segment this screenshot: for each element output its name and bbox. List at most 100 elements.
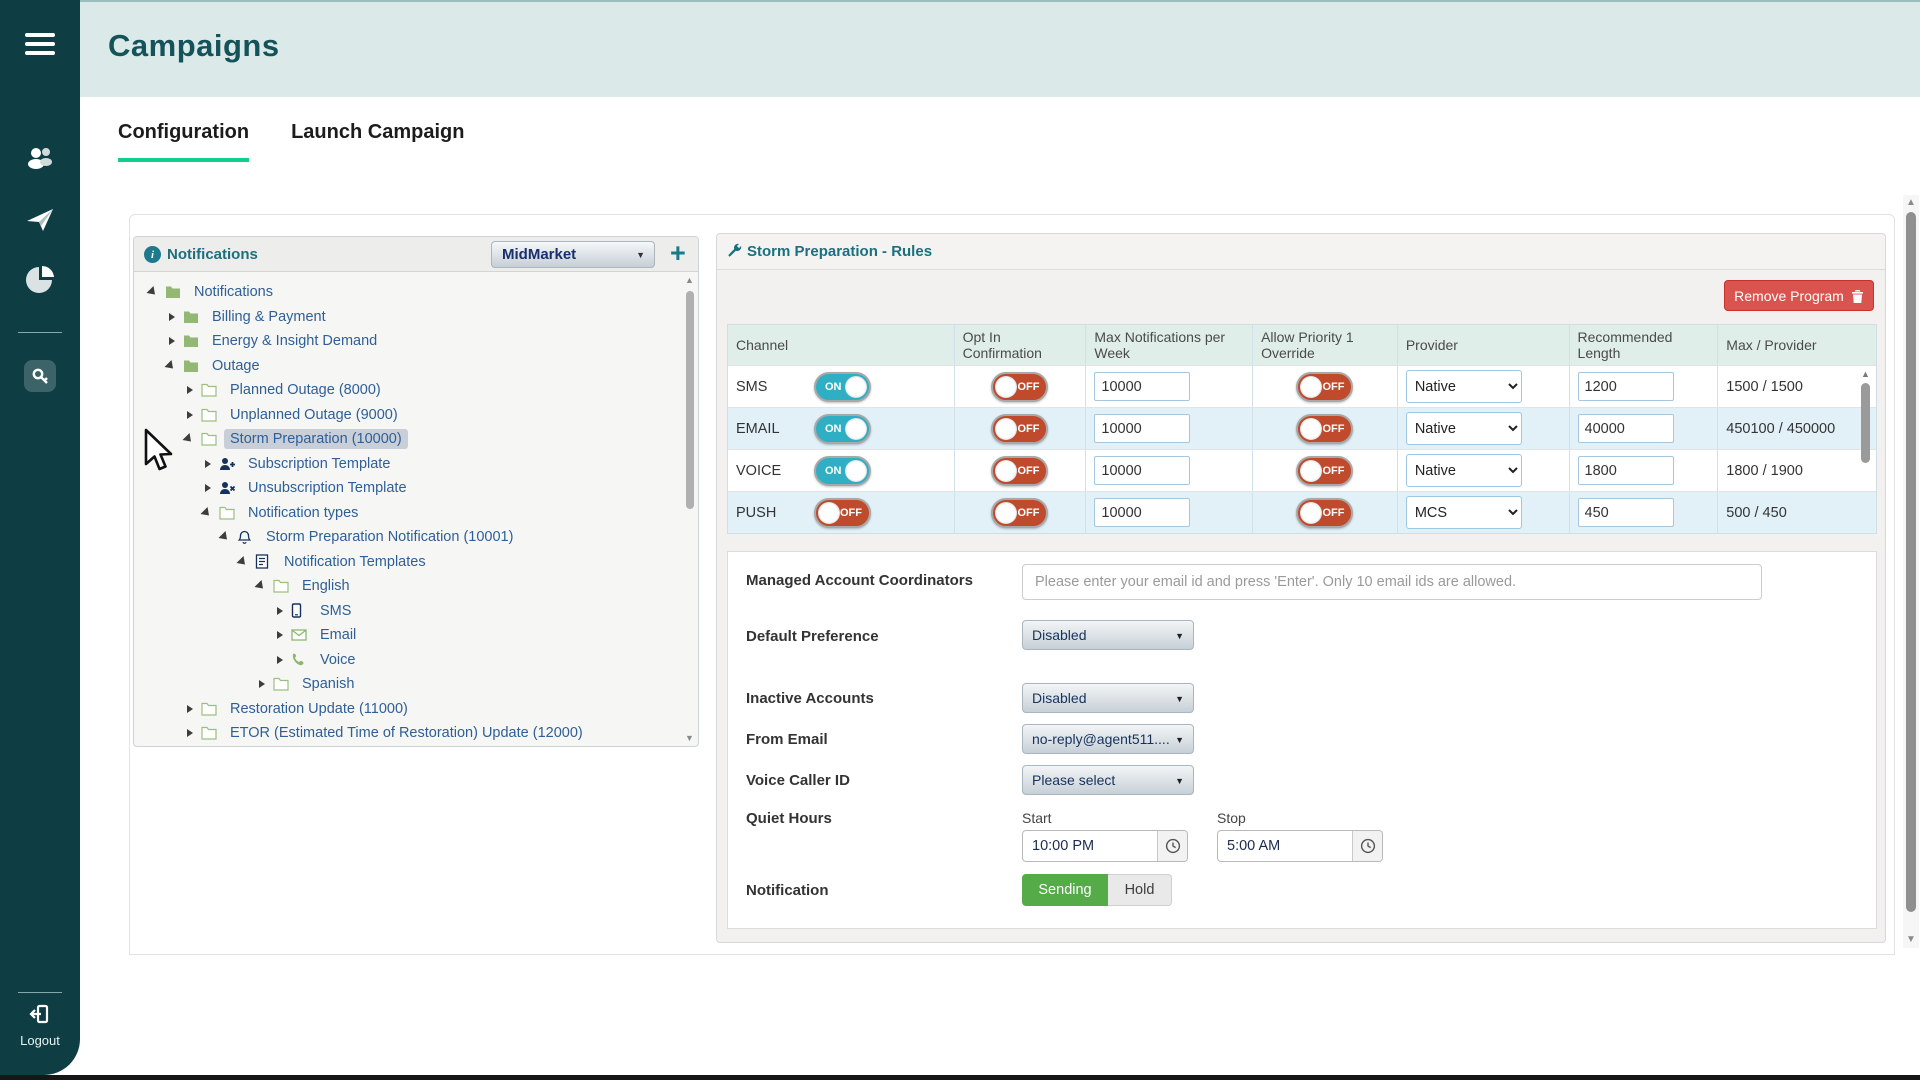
recommended-length-input[interactable] bbox=[1578, 372, 1674, 401]
tree-node-label[interactable]: Storm Preparation (10000) bbox=[224, 429, 408, 449]
expand-arrow-icon[interactable] bbox=[184, 409, 196, 421]
from-email-dropdown[interactable]: no-reply@agent511.... ▼ bbox=[1022, 724, 1194, 754]
allow-priority-override-toggle[interactable]: OFF bbox=[1296, 372, 1353, 402]
market-dropdown[interactable]: MidMarket ▼ bbox=[491, 241, 655, 268]
menu-icon[interactable] bbox=[0, 33, 80, 55]
collapse-arrow-icon[interactable] bbox=[148, 286, 160, 298]
allow-priority-override-toggle[interactable]: OFF bbox=[1296, 456, 1353, 486]
provider-select[interactable]: Native bbox=[1406, 454, 1522, 487]
provider-select[interactable]: Native bbox=[1406, 370, 1522, 403]
clock-icon[interactable] bbox=[1352, 831, 1382, 861]
scrollbar-thumb[interactable] bbox=[1906, 212, 1916, 912]
info-icon[interactable]: i bbox=[144, 246, 161, 263]
expand-arrow-icon[interactable] bbox=[274, 605, 286, 617]
tree-node-label[interactable]: Unplanned Outage (9000) bbox=[224, 405, 404, 425]
quiet-hours-start-input[interactable]: 10:00 PM bbox=[1022, 830, 1188, 862]
tree-node-label[interactable]: Notification Templates bbox=[278, 552, 432, 572]
tree-node[interactable]: Notification types bbox=[134, 501, 686, 526]
recommended-length-input[interactable] bbox=[1578, 498, 1674, 527]
tree-node[interactable]: Notification Templates bbox=[134, 550, 686, 575]
channel-enabled-toggle[interactable]: OFF bbox=[814, 498, 871, 528]
pie-chart-icon[interactable] bbox=[0, 263, 80, 297]
collapse-arrow-icon[interactable] bbox=[220, 531, 232, 543]
opt-in-confirmation-toggle[interactable]: OFF bbox=[991, 498, 1048, 528]
expand-arrow-icon[interactable] bbox=[166, 311, 178, 323]
key-icon[interactable] bbox=[24, 360, 56, 392]
tree-node-label[interactable]: Planned Outage (8000) bbox=[224, 380, 387, 400]
scroll-down-icon[interactable]: ▼ bbox=[1906, 934, 1916, 945]
recommended-length-input[interactable] bbox=[1578, 456, 1674, 485]
tree-node[interactable]: Energy & Insight Demand bbox=[134, 329, 686, 354]
scrollbar-thumb[interactable] bbox=[1861, 383, 1870, 463]
quiet-hours-stop-input[interactable]: 5:00 AM bbox=[1217, 830, 1383, 862]
recommended-length-input[interactable] bbox=[1578, 414, 1674, 443]
expand-arrow-icon[interactable] bbox=[184, 703, 196, 715]
tree-node[interactable]: English bbox=[134, 574, 686, 599]
tree-node-label[interactable]: Outage bbox=[206, 356, 266, 376]
expand-arrow-icon[interactable] bbox=[184, 384, 196, 396]
tree-node[interactable]: Unsubscription Template bbox=[134, 476, 686, 501]
collapse-arrow-icon[interactable] bbox=[184, 433, 196, 445]
collapse-arrow-icon[interactable] bbox=[202, 507, 214, 519]
default-preference-dropdown[interactable]: Disabled ▼ bbox=[1022, 620, 1194, 650]
expand-arrow-icon[interactable] bbox=[202, 458, 214, 470]
tree-node[interactable]: Restoration Update (11000) bbox=[134, 697, 686, 722]
send-icon[interactable] bbox=[0, 203, 80, 237]
tree-node[interactable]: Unplanned Outage (9000) bbox=[134, 403, 686, 428]
max-notifications-input[interactable] bbox=[1094, 456, 1190, 485]
scroll-down-icon[interactable]: ▼ bbox=[685, 733, 694, 743]
tree-node[interactable]: Billing & Payment bbox=[134, 305, 686, 330]
tree-node-label[interactable]: English bbox=[296, 576, 356, 596]
notification-sending-button[interactable]: Sending bbox=[1022, 874, 1108, 906]
expand-arrow-icon[interactable] bbox=[256, 678, 268, 690]
tree-node[interactable]: SMS bbox=[134, 599, 686, 624]
clock-icon[interactable] bbox=[1157, 831, 1187, 861]
tree-node[interactable]: Notifications bbox=[134, 280, 686, 305]
max-notifications-input[interactable] bbox=[1094, 414, 1190, 443]
tree-node-label[interactable]: Email bbox=[314, 625, 362, 645]
channel-enabled-toggle[interactable]: ON bbox=[814, 372, 871, 402]
tree-node-label[interactable]: ETOR (Estimated Time of Restoration) Upd… bbox=[224, 723, 589, 743]
max-notifications-input[interactable] bbox=[1094, 372, 1190, 401]
tab-launch-campaign[interactable]: Launch Campaign bbox=[291, 121, 464, 162]
tree-node-label[interactable]: Energy & Insight Demand bbox=[206, 331, 383, 351]
max-notifications-input[interactable] bbox=[1094, 498, 1190, 527]
collapse-arrow-icon[interactable] bbox=[256, 580, 268, 592]
opt-in-confirmation-toggle[interactable]: OFF bbox=[991, 372, 1048, 402]
tree-node[interactable]: Storm Preparation Notification (10001) bbox=[134, 525, 686, 550]
tree-node-label[interactable]: Storm Preparation Notification (10001) bbox=[260, 527, 519, 547]
tree-node[interactable]: ETOR (Estimated Time of Restoration) Upd… bbox=[134, 721, 686, 746]
tree-node[interactable]: Outage bbox=[134, 354, 686, 379]
tree-node[interactable]: Spanish bbox=[134, 672, 686, 697]
tree-node-label[interactable]: Subscription Template bbox=[242, 454, 396, 474]
scrollbar-thumb[interactable] bbox=[686, 291, 694, 509]
allow-priority-override-toggle[interactable]: OFF bbox=[1296, 414, 1353, 444]
expand-arrow-icon[interactable] bbox=[274, 629, 286, 641]
tree-node-label[interactable]: Notifications bbox=[188, 282, 279, 302]
remove-program-button[interactable]: Remove Program bbox=[1724, 280, 1874, 311]
voice-caller-id-dropdown[interactable]: Please select ▼ bbox=[1022, 765, 1194, 795]
inactive-accounts-dropdown[interactable]: Disabled ▼ bbox=[1022, 683, 1194, 713]
expand-arrow-icon[interactable] bbox=[202, 482, 214, 494]
users-icon[interactable] bbox=[0, 142, 80, 176]
tree-node-label[interactable]: Spanish bbox=[296, 674, 360, 694]
tree-node[interactable]: Subscription Template bbox=[134, 452, 686, 477]
expand-arrow-icon[interactable] bbox=[274, 654, 286, 666]
notification-hold-button[interactable]: Hold bbox=[1108, 874, 1172, 906]
tree-node-label[interactable]: Voice bbox=[314, 650, 361, 670]
collapse-arrow-icon[interactable] bbox=[166, 360, 178, 372]
tree-node[interactable]: Voice bbox=[134, 648, 686, 673]
opt-in-confirmation-toggle[interactable]: OFF bbox=[991, 456, 1048, 486]
expand-arrow-icon[interactable] bbox=[184, 727, 196, 739]
mac-email-input[interactable] bbox=[1022, 564, 1762, 600]
add-program-button[interactable]: + bbox=[670, 238, 686, 269]
allow-priority-override-toggle[interactable]: OFF bbox=[1296, 498, 1353, 528]
channel-enabled-toggle[interactable]: ON bbox=[814, 456, 871, 486]
expand-arrow-icon[interactable] bbox=[166, 335, 178, 347]
channel-enabled-toggle[interactable]: ON bbox=[814, 414, 871, 444]
tree-node-label[interactable]: Restoration Update (11000) bbox=[224, 699, 414, 719]
tree-node-label[interactable]: Billing & Payment bbox=[206, 307, 332, 327]
provider-select[interactable]: Native bbox=[1406, 412, 1522, 445]
tab-configuration[interactable]: Configuration bbox=[118, 121, 249, 162]
scroll-up-icon[interactable]: ▲ bbox=[685, 275, 694, 285]
